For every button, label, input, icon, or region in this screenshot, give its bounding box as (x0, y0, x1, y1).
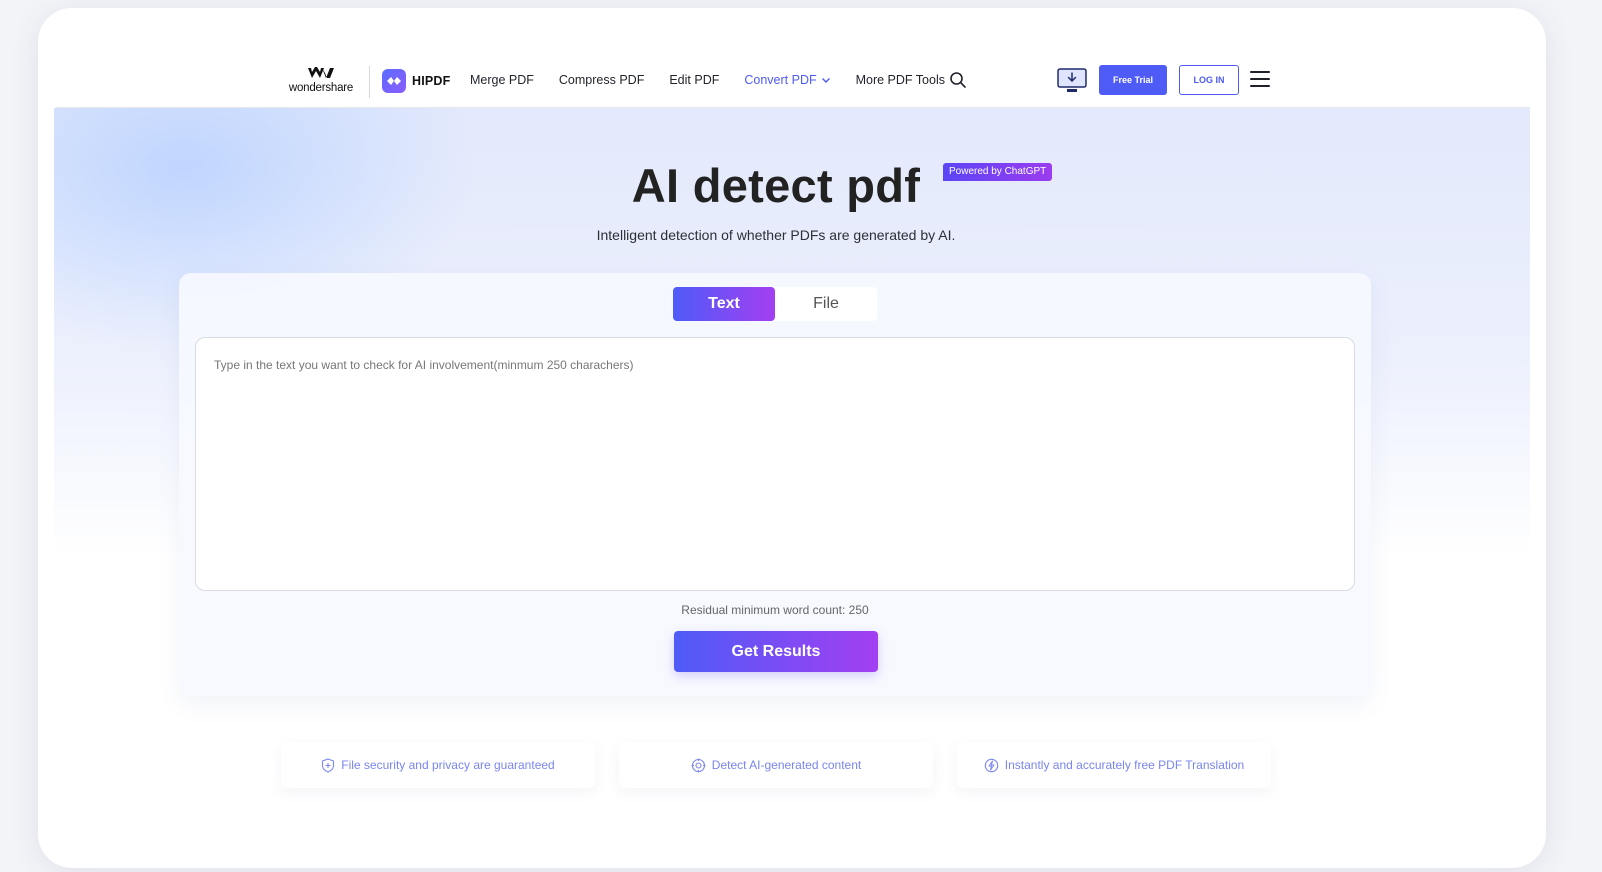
feature-detect: Detect AI-generated content (619, 742, 933, 788)
page-title: AI detect pdf (631, 159, 921, 212)
search-icon[interactable] (949, 71, 967, 89)
wondershare-mark-icon (308, 67, 334, 78)
desktop-download-button[interactable] (1057, 68, 1087, 94)
hipdf-badge-icon (382, 69, 406, 93)
mode-tabs: Text File (673, 287, 877, 321)
nav-menu: Merge PDF Compress PDF Edit PDF Convert … (470, 73, 970, 87)
detector-card: Text File Residual minimum word count: 2… (179, 273, 1371, 696)
page-subtitle: Intelligent detection of whether PDFs ar… (596, 227, 956, 243)
menu-icon[interactable] (1250, 71, 1270, 87)
text-input-container (195, 337, 1355, 591)
get-results-button[interactable]: Get Results (674, 631, 878, 672)
nav-item-convert-pdf-label: Convert PDF (744, 73, 817, 87)
tab-file[interactable]: File (775, 287, 877, 321)
hipdf-name: HIPDF (412, 74, 451, 88)
lightning-icon (984, 758, 999, 772)
browser-frame: wondershare HIPDF Merge PDF Compress PDF… (38, 8, 1546, 868)
wondershare-text: wondershare (288, 82, 354, 94)
feature-detect-label: Detect AI-generated content (711, 758, 862, 772)
nav-item-compress-pdf[interactable]: Compress PDF (559, 73, 644, 87)
hipdf-logo[interactable]: HIPDF (382, 69, 451, 93)
nav-item-more-pdf-tools[interactable]: More PDF Tools (856, 73, 945, 87)
wondershare-logo[interactable]: wondershare (286, 66, 356, 98)
feature-security: File security and privacy are guaranteed (281, 742, 595, 788)
chevron-down-icon (821, 77, 830, 83)
tab-text[interactable]: Text (673, 287, 775, 321)
free-trial-button[interactable]: Free Trial (1099, 65, 1167, 95)
nav-item-convert-pdf[interactable]: Convert PDF (744, 73, 830, 87)
desktop-download-icon (1057, 68, 1087, 92)
powered-by-badge: Powered by ChatGPT (943, 163, 1053, 181)
top-nav: wondershare HIPDF Merge PDF Compress PDF… (38, 8, 1546, 108)
nav-item-edit-pdf[interactable]: Edit PDF (669, 73, 719, 87)
text-input[interactable] (196, 338, 1354, 590)
nav-divider (369, 66, 370, 98)
shield-plus-icon (322, 757, 335, 773)
target-icon (691, 758, 706, 772)
login-button[interactable]: LOG IN (1179, 65, 1239, 95)
word-count-status: Residual minimum word count: 250 (681, 603, 869, 617)
feature-translation-label: Instantly and accurately free PDF Transl… (1004, 758, 1245, 772)
feature-security-label: File security and privacy are guaranteed (341, 758, 555, 772)
feature-translation: Instantly and accurately free PDF Transl… (957, 742, 1271, 788)
nav-item-merge-pdf[interactable]: Merge PDF (470, 73, 534, 87)
